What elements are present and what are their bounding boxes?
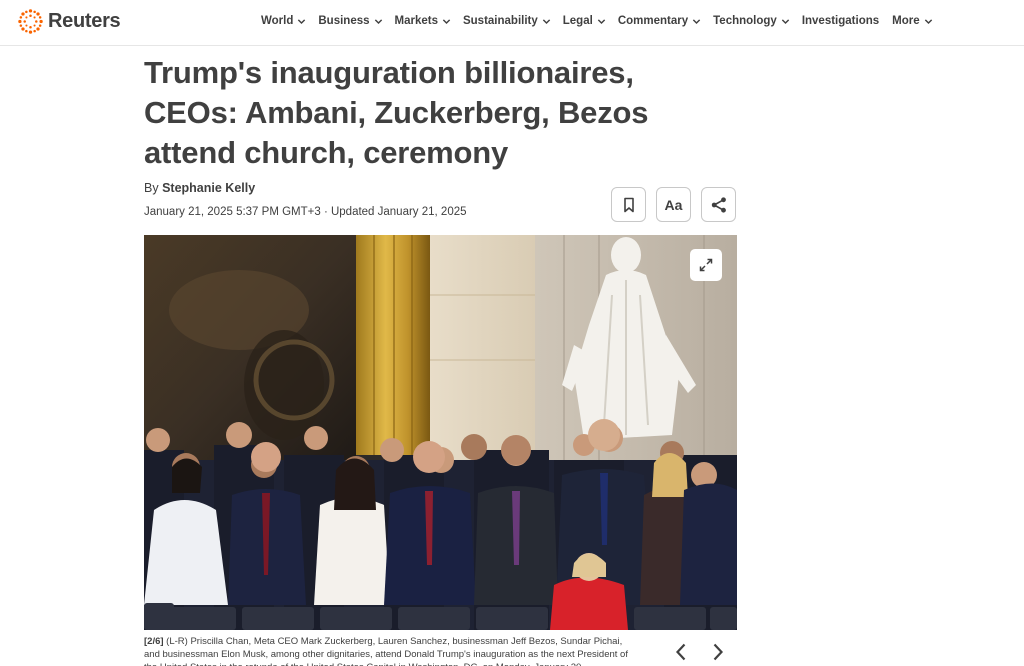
nav-item-more[interactable]: More bbox=[892, 15, 932, 27]
nav-item-world[interactable]: World bbox=[261, 15, 306, 27]
share-icon bbox=[711, 196, 726, 213]
nav-item-label: Commentary bbox=[617, 15, 689, 27]
bookmark-button[interactable] bbox=[611, 187, 646, 222]
nav-item-commentary[interactable]: Commentary bbox=[618, 15, 701, 27]
nav-item-label: Markets bbox=[394, 15, 438, 27]
nav-item-sustainability[interactable]: Sustainability bbox=[463, 15, 551, 27]
nav-item-label: Business bbox=[318, 15, 370, 27]
reuters-logo[interactable]: Reuters bbox=[17, 7, 121, 35]
nav-item-label: World bbox=[261, 15, 294, 27]
photo-caption: [2/6] (L-R) Priscilla Chan, Meta CEO Mar… bbox=[144, 635, 632, 666]
share-button[interactable] bbox=[701, 187, 736, 222]
text-size-button[interactable]: Aa bbox=[656, 187, 691, 222]
chevron-down-icon bbox=[597, 18, 605, 24]
chevron-down-icon bbox=[924, 18, 932, 24]
site-header: Reuters World Business Markets Sustainab… bbox=[0, 0, 1024, 46]
author-link[interactable]: Stephanie Kelly bbox=[162, 181, 255, 195]
text-size-label: Aa bbox=[664, 196, 683, 213]
bookmark-icon bbox=[623, 197, 634, 212]
reuters-logo-icon bbox=[18, 8, 43, 34]
lead-photo[interactable] bbox=[144, 235, 737, 630]
logo-text: Reuters bbox=[48, 9, 121, 32]
article-headline: Trump's inauguration billionaires, CEOs:… bbox=[144, 55, 649, 170]
expand-button[interactable] bbox=[690, 249, 722, 281]
chevron-down-icon bbox=[374, 18, 382, 24]
main-nav: World Business Markets Sustainability Le… bbox=[261, 13, 945, 29]
nav-item-markets[interactable]: Markets bbox=[395, 15, 451, 27]
nav-item-investigations[interactable]: Investigations bbox=[802, 15, 879, 27]
chevron-down-icon bbox=[542, 18, 550, 24]
nav-item-label: Legal bbox=[562, 15, 593, 27]
nav-item-technology[interactable]: Technology bbox=[713, 15, 790, 27]
chevron-down-icon bbox=[298, 18, 306, 24]
chevron-right-icon bbox=[713, 643, 724, 661]
caption-count: [2/6] bbox=[144, 636, 164, 647]
dateline: January 21, 2025 5:37 PM GMT+3 · Updated… bbox=[144, 206, 467, 218]
chevron-left-icon bbox=[675, 643, 686, 661]
caption-text: (L-R) Priscilla Chan, Meta CEO Mark Zuck… bbox=[144, 636, 628, 666]
photo-scene bbox=[144, 235, 737, 630]
nav-item-label: Investigations bbox=[801, 15, 880, 27]
byline-prefix: By bbox=[144, 181, 159, 195]
chevron-down-icon bbox=[692, 18, 701, 24]
nav-item-label: Technology bbox=[713, 15, 777, 27]
nav-item-business[interactable]: Business bbox=[318, 15, 382, 27]
byline: By Stephanie Kelly bbox=[144, 181, 255, 195]
expand-icon bbox=[699, 258, 713, 272]
carousel-prev-button[interactable] bbox=[670, 640, 692, 664]
chevron-down-icon bbox=[442, 18, 451, 24]
chevron-down-icon bbox=[781, 18, 789, 24]
nav-item-label: More bbox=[892, 15, 920, 27]
carousel-next-button[interactable] bbox=[707, 640, 729, 664]
nav-item-label: Sustainability bbox=[462, 15, 538, 27]
nav-item-legal[interactable]: Legal bbox=[563, 15, 606, 27]
